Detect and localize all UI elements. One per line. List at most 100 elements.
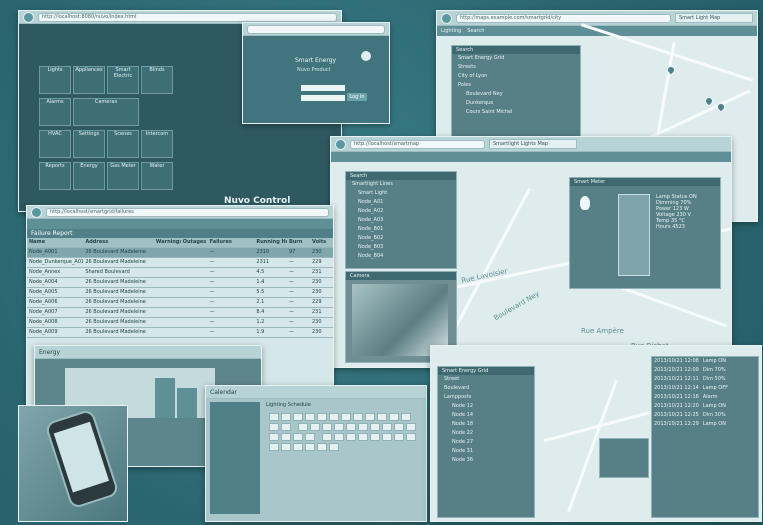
back-icon[interactable] xyxy=(23,11,34,23)
calendar-cell[interactable] xyxy=(334,423,345,431)
tree-item[interactable]: Smartlight Lines xyxy=(346,180,456,189)
tree-item[interactable]: Node_B04 xyxy=(346,252,456,261)
calendar-cell[interactable] xyxy=(365,413,375,421)
calendar-cell[interactable] xyxy=(293,413,303,421)
address-bar[interactable]: http://localhost/smartmap xyxy=(350,139,485,149)
tile-6[interactable]: Cameras xyxy=(73,98,139,126)
tree-item[interactable]: Node_A01 xyxy=(346,198,456,207)
calendar-cell[interactable] xyxy=(269,443,279,451)
toolbar-lighting[interactable]: Lighting xyxy=(441,28,461,34)
tree-item[interactable]: Node 14 xyxy=(438,411,534,420)
back-icon[interactable] xyxy=(441,12,452,24)
event-row[interactable]: 2013/10/21 12:11 Dim 50% xyxy=(652,375,758,384)
calendar-cell[interactable] xyxy=(389,413,399,421)
calendar-cell[interactable] xyxy=(322,433,333,441)
calendar-cell[interactable] xyxy=(305,413,315,421)
tile-4[interactable]: Blinds xyxy=(141,66,173,94)
calendar-cell[interactable] xyxy=(341,413,351,421)
col-header[interactable]: Volts xyxy=(310,238,333,247)
table-row[interactable]: Node_A006 26 Boulevard Madeleine — 2.1 — 229 xyxy=(27,298,333,308)
event-row[interactable]: 2013/10/21 12:14 Lamp OFF xyxy=(652,384,758,393)
calendar-cell[interactable] xyxy=(382,423,393,431)
calendar-cell[interactable] xyxy=(370,433,381,441)
address-bar[interactable]: http://localhost/smartgrid/failures xyxy=(46,207,329,217)
tree-item[interactable]: Smart Light xyxy=(346,189,456,198)
tree-item[interactable]: Boulevard xyxy=(438,384,534,393)
table-row[interactable]: Node_A004 26 Boulevard Madeleine — 1.4 — 230 xyxy=(27,278,333,288)
calendar-cell[interactable] xyxy=(329,413,339,421)
table-row[interactable]: Node_A007 26 Boulevard Madeleine — 8.4 — 231 xyxy=(27,308,333,318)
event-row[interactable]: 2013/10/21 12:25 Dim 30% xyxy=(652,411,758,420)
calendar-cell[interactable] xyxy=(317,443,327,451)
tile-3[interactable]: Smart Electric xyxy=(107,66,139,94)
event-row[interactable]: 2013/10/21 12:16 Alarm xyxy=(652,393,758,402)
calendar-cell[interactable] xyxy=(281,433,291,441)
dimmer-slider[interactable] xyxy=(618,194,650,276)
tree-item[interactable]: Smart Energy Grid xyxy=(452,54,580,63)
username-field[interactable] xyxy=(301,85,345,91)
calendar-cell[interactable] xyxy=(293,443,303,451)
calendar-cell[interactable] xyxy=(394,423,405,431)
tree-item[interactable]: Node_B02 xyxy=(346,234,456,243)
tree-item[interactable]: Boulevard Ney xyxy=(452,90,580,99)
tile-10[interactable]: Intercom xyxy=(141,130,173,158)
tile-9[interactable]: Scenes xyxy=(107,130,139,158)
tree-item[interactable]: Node_A02 xyxy=(346,207,456,216)
col-header[interactable]: Name xyxy=(27,238,83,247)
tree-item[interactable]: Poles xyxy=(452,81,580,90)
calendar-cell[interactable] xyxy=(382,433,393,441)
event-row[interactable]: 2013/10/21 12:20 Lamp ON xyxy=(652,402,758,411)
calendar-cell[interactable] xyxy=(293,433,303,441)
calendar-cell[interactable] xyxy=(269,413,279,421)
calendar-cell[interactable] xyxy=(317,413,327,421)
calendar-cell[interactable] xyxy=(377,413,387,421)
login-button[interactable]: Log In xyxy=(347,93,367,101)
calendar-cell[interactable] xyxy=(394,433,405,441)
tree-item[interactable]: Node 31 xyxy=(438,447,534,456)
calendar-cell[interactable] xyxy=(401,413,411,421)
table-row[interactable]: Node_A009 26 Boulevard Madeleine — 1.9 — 230 xyxy=(27,328,333,338)
tile-11[interactable]: Reports xyxy=(39,162,71,190)
tree-item[interactable]: Dunkerque xyxy=(452,99,580,108)
tile-13[interactable]: Gas Meter xyxy=(107,162,139,190)
tree-item[interactable]: Node 18 xyxy=(438,420,534,429)
tree-item[interactable]: Node_B01 xyxy=(346,225,456,234)
tree-item[interactable]: Node 27 xyxy=(438,438,534,447)
tree-item[interactable]: Streets xyxy=(452,63,580,72)
calendar-cell[interactable] xyxy=(269,433,279,441)
tree-item[interactable]: Lampposts xyxy=(438,393,534,402)
tile-2[interactable]: Appliances xyxy=(73,66,105,94)
address-bar[interactable]: http://localhost:8080/nuvo/index.html xyxy=(38,12,337,22)
calendar-cell[interactable] xyxy=(370,423,381,431)
calendar-cell[interactable] xyxy=(353,413,363,421)
col-header[interactable]: Outages xyxy=(181,238,208,247)
col-header[interactable]: Running Hours xyxy=(254,238,287,247)
tree-item[interactable]: Node_A03 xyxy=(346,216,456,225)
table-row[interactable]: Node_A008 26 Boulevard Madeleine — 1.2 — 230 xyxy=(27,318,333,328)
calendar-cell[interactable] xyxy=(269,423,279,431)
calendar-cell[interactable] xyxy=(305,443,315,451)
col-header[interactable]: Warnings xyxy=(154,238,181,247)
tree-item[interactable]: Cours Saint Michel xyxy=(452,108,580,117)
calendar-cell[interactable] xyxy=(281,413,291,421)
address-bar[interactable]: http://maps.example.com/smartgrid/city xyxy=(456,13,671,23)
calendar-cell[interactable] xyxy=(310,423,321,431)
password-field[interactable] xyxy=(301,95,345,101)
login-address[interactable] xyxy=(247,24,385,34)
calendar-cell[interactable] xyxy=(298,423,309,431)
tree-item[interactable]: Node 12 xyxy=(438,402,534,411)
tree-item[interactable]: Node 22 xyxy=(438,429,534,438)
tile-8[interactable]: Settings xyxy=(73,130,105,158)
event-row[interactable]: 2013/10/21 12:08 Lamp ON xyxy=(652,357,758,366)
toolbar-search[interactable]: Search xyxy=(467,28,484,34)
back-icon[interactable] xyxy=(31,206,42,218)
tile-12[interactable]: Energy xyxy=(73,162,105,190)
table-row[interactable]: Node_Annex Shared Boulevard — 4.5 — 231 xyxy=(27,268,333,278)
tile-5[interactable]: Alarms xyxy=(39,98,71,126)
tab-smartlight-map[interactable]: Smartlight Lights Map xyxy=(489,139,577,149)
calendar-cell[interactable] xyxy=(305,433,315,441)
col-header[interactable]: Failures xyxy=(208,238,255,247)
tree-item[interactable]: Node_B03 xyxy=(346,243,456,252)
tree-item[interactable]: City of Lyon xyxy=(452,72,580,81)
event-row[interactable]: 2013/10/21 12:29 Lamp ON xyxy=(652,420,758,429)
